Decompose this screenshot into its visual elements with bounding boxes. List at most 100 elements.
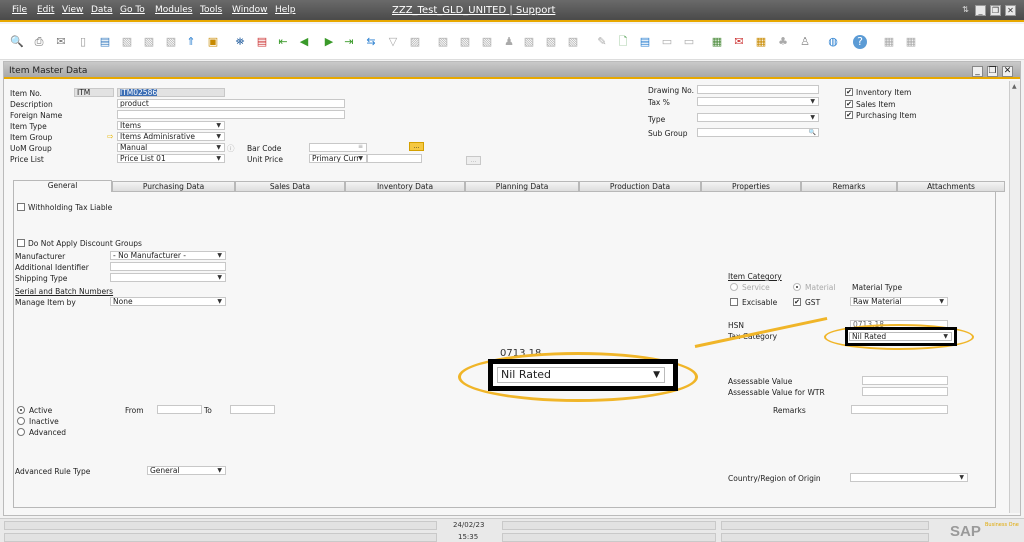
to-date-field[interactable] [230,405,275,414]
export-pdf-icon[interactable]: ▧ [164,35,178,49]
advanced-radio[interactable] [17,428,25,436]
description-field[interactable]: product [117,99,345,108]
foreign-name-field[interactable] [117,110,345,119]
unit-price-browse-button[interactable]: … [466,156,481,165]
material-radio[interactable] [793,283,801,291]
menu-goto[interactable]: Go To [120,5,145,15]
bar-code-list-icon[interactable]: ≡ [358,143,363,150]
reports-icon[interactable]: ▦ [754,35,768,49]
export-excel-icon[interactable]: ▧ [120,35,134,49]
advanced-rule-type-dropdown[interactable]: General [147,466,226,475]
sales-item-checkbox[interactable]: ✔ [845,100,853,108]
drawing-no-field[interactable] [697,85,819,94]
menu-file[interactable]: File [12,5,27,15]
fax-icon[interactable]: ▤ [98,35,112,49]
country-origin-dropdown[interactable] [850,473,968,482]
remarks-field[interactable] [851,405,948,414]
lock-screen-icon[interactable]: ▣ [206,35,220,49]
vertical-scrollbar[interactable]: ▲ [1009,81,1020,513]
tab-purchasing-data[interactable]: Purchasing Data [112,181,235,192]
copy-icon[interactable]: ▧ [480,35,494,49]
shipping-type-dropdown[interactable] [110,273,226,282]
alerts-icon[interactable]: ▧ [544,35,558,49]
find-icon[interactable]: ⛯ [233,35,247,49]
first-record-icon[interactable]: ⇤ [276,35,290,49]
excisable-checkbox[interactable] [730,298,738,306]
drag-handle-icon[interactable]: ⇅ [960,5,971,16]
inventory-item-checkbox[interactable]: ✔ [845,88,853,96]
tab-attachments[interactable]: Attachments [897,181,1005,192]
minimize-app-button[interactable]: _ [975,5,986,16]
close-app-button[interactable]: ✕ [1005,5,1016,16]
uom-group-dropdown[interactable]: Manual [117,143,225,152]
unit-price-currency-dropdown[interactable]: Primary Curr [309,154,367,163]
layout-icon[interactable]: ▦ [904,35,918,49]
menu-tools[interactable]: Tools [200,5,222,15]
scroll-up-icon[interactable]: ▲ [1012,83,1017,90]
form-settings-icon[interactable]: ▦ [882,35,896,49]
tab-remarks[interactable]: Remarks [801,181,897,192]
withholding-tax-checkbox[interactable] [17,203,25,211]
journal-icon[interactable]: ▧ [566,35,580,49]
web-icon[interactable]: ◍ [826,35,840,49]
menu-help[interactable]: Help [275,5,296,15]
minimize-window-button[interactable]: _ [972,66,983,77]
tax-pct-dropdown[interactable] [697,97,819,106]
unit-price-field[interactable] [367,154,422,163]
gross-profit-icon[interactable]: ♟ [502,35,516,49]
print-icon[interactable]: ⎙ [32,35,46,49]
launch-app-icon[interactable]: ⇑ [184,35,198,49]
bar-code-browse-button[interactable]: … [409,142,424,151]
tax-category-dropdown[interactable]: Nil Rated [849,332,952,341]
refresh-icon[interactable]: ⇆ [364,35,378,49]
target-document-icon[interactable]: ▧ [458,35,472,49]
assessable-value-wtr-field[interactable] [862,387,948,396]
new-document-icon[interactable]: 🗋 [616,35,630,49]
manufacturer-dropdown[interactable]: - No Manufacturer - [110,251,226,260]
add-icon[interactable]: ▤ [255,35,269,49]
tab-inventory-data[interactable]: Inventory Data [345,181,465,192]
tab-production-data[interactable]: Production Data [579,181,701,192]
filter-icon[interactable]: ▽ [386,35,400,49]
email-icon[interactable]: ✉ [54,35,68,49]
sort-icon[interactable]: ▨ [408,35,422,49]
close-window-button[interactable]: ✕ [1002,66,1013,77]
menu-edit[interactable]: Edit [37,5,54,15]
draw-icon[interactable]: ✎ [595,35,609,49]
type-dropdown[interactable] [697,113,819,122]
inactive-radio[interactable] [17,417,25,425]
last-record-icon[interactable]: ⇥ [342,35,356,49]
restore-window-button[interactable]: ❐ [987,66,998,77]
message-icon[interactable]: ▭ [660,35,674,49]
service-radio[interactable] [730,283,738,291]
tab-general[interactable]: General [13,180,112,192]
relationship-map-icon[interactable]: ▧ [522,35,536,49]
search-icon[interactable]: 🔍 [809,129,816,136]
material-type-dropdown[interactable]: Raw Material [850,297,948,306]
uom-info-icon[interactable]: ⓘ [227,143,235,154]
item-no-series-field[interactable]: ITM [74,88,114,97]
do-not-apply-discount-checkbox[interactable] [17,239,25,247]
sub-group-field[interactable]: 🔍 [697,128,819,137]
help-icon[interactable]: ? [853,35,867,49]
menu-modules[interactable]: Modules [155,5,192,15]
inbox-icon[interactable]: ✉ [732,35,746,49]
additional-identifier-field[interactable] [110,262,226,271]
item-type-dropdown[interactable]: Items [117,121,225,130]
restore-app-button[interactable]: ❐ [990,5,1001,16]
from-date-field[interactable] [157,405,202,414]
export-word-icon[interactable]: ▧ [142,35,156,49]
gst-checkbox[interactable]: ✔ [793,298,801,306]
org-chart-icon[interactable]: ♣ [776,35,790,49]
link-arrow-icon[interactable]: ⇨ [107,132,114,141]
serial-batch-link[interactable]: Serial and Batch Numbers [15,287,113,296]
chat-icon[interactable]: ▭ [682,35,696,49]
purchasing-item-checkbox[interactable]: ✔ [845,111,853,119]
user-icon[interactable]: ♙ [798,35,812,49]
settings-icon[interactable]: ▤ [638,35,652,49]
menu-view[interactable]: View [62,5,83,15]
next-record-icon[interactable]: ▶ [322,35,336,49]
item-group-dropdown[interactable]: Items Adminisrative [117,132,225,141]
tab-properties[interactable]: Properties [701,181,801,192]
preview-icon[interactable]: 🔍 [10,35,24,49]
